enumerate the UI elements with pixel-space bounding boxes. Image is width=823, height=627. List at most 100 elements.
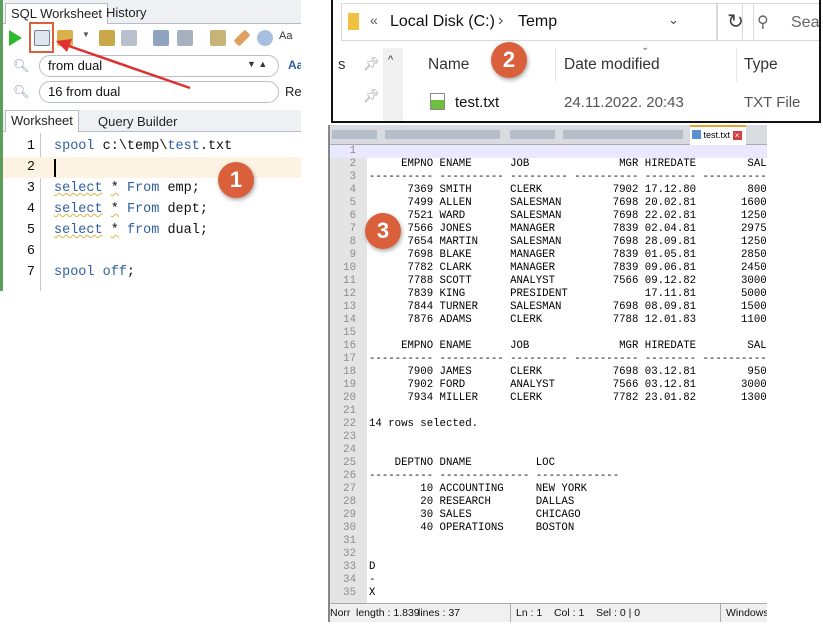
line-text: 7369 SMITH CLERK 7902 17.12.80 800 [369, 184, 767, 196]
blurred-tab[interactable] [332, 130, 377, 139]
text-line: 17 ---------- ---------- --------- ------… [330, 353, 767, 366]
pin-icon: 📌︎ [363, 88, 380, 103]
line-number: 12 [343, 288, 356, 300]
tab-test-txt[interactable]: test.txt × [690, 125, 746, 145]
code-text: select * From dept; [54, 202, 208, 217]
sort-indicator-icon: ⌄ [641, 42, 650, 53]
blurred-tab[interactable] [385, 130, 500, 139]
text-line: 22 14 rows selected. [330, 418, 767, 431]
line-text: 7566 JONES MANAGER 7839 02.04.81 2975 [369, 223, 767, 235]
sql-editor[interactable]: 1 spool c:\temp\test.txt 2 3 select * From… [3, 133, 301, 291]
chevron-down-icon[interactable]: ⌄ [668, 12, 679, 28]
line-number: 7 [349, 223, 356, 235]
text-line: 9 7698 BLAKE MANAGER 7839 01.05.81 2850 [330, 249, 767, 262]
text-line: 33 D [330, 561, 767, 574]
code-text: spool off; [54, 265, 136, 280]
status-bar: Norr length : 1.839 lines : 37 Ln : 1 Co… [330, 603, 767, 622]
search-icon: ⚲ [757, 14, 769, 31]
worksheet-tabs: Worksheet Query Builder [3, 110, 301, 132]
column-header-type[interactable]: Type [744, 56, 778, 74]
text-line: 24 [330, 444, 767, 457]
code-text: select * From emp; [54, 181, 200, 196]
address-bar[interactable]: « Local Disk (C:) › Temp ⌄ [341, 3, 717, 41]
line-number: 4 [26, 202, 35, 217]
text-line: 10 7782 CLARK MANAGER 7839 09.06.81 2450 [330, 262, 767, 275]
line-text: 40 OPERATIONS BOSTON [369, 522, 575, 534]
file-explorer: « Local Disk (C:) › Temp ⌄ ↻ ⚲ Sear s 📌︎… [331, 0, 821, 123]
search-box[interactable]: ⚲ Sear [742, 3, 820, 41]
code-text: spool c:\temp\test.txt [54, 139, 233, 154]
file-type: TXT File [744, 94, 801, 111]
line-text: 7934 MILLER CLERK 7782 23.01.82 1300 [369, 392, 767, 404]
breadcrumb-local-disk[interactable]: Local Disk (C:) [390, 13, 495, 31]
line-number: 2 [26, 160, 35, 175]
line-text: 14 rows selected. [369, 418, 479, 430]
line-number: 34 [343, 574, 356, 586]
editor-line: 1 spool c:\temp\test.txt [3, 136, 301, 157]
overflow-chevron-icon[interactable]: « [370, 12, 378, 28]
step-badge-3: 3 [365, 213, 401, 249]
line-text: ---------- ---------- --------- --------… [369, 171, 767, 183]
line-number: 30 [343, 522, 356, 534]
text-cursor [54, 159, 56, 177]
folder-icon [348, 13, 359, 30]
close-icon[interactable]: × [732, 131, 742, 140]
nav-pane-label[interactable]: s [338, 56, 346, 73]
line-text: 30 SALES CHICAGO [369, 509, 581, 521]
search-placeholder: Sear [791, 14, 820, 31]
line-number: 33 [343, 561, 356, 573]
line-text: 10 ACCOUNTING NEW YORK [369, 483, 588, 495]
file-row[interactable]: test.txt 24.11.2022. 20:43 TXT File [428, 90, 819, 114]
line-number: 17 [343, 353, 356, 365]
document-tabs: test.txt × [330, 125, 767, 145]
line-number: 3 [26, 181, 35, 196]
line-text: 7902 FORD ANALYST 7566 03.12.81 3000 [369, 379, 767, 391]
text-line: 30 40 OPERATIONS BOSTON [330, 522, 767, 535]
breadcrumb-temp[interactable]: Temp [518, 13, 557, 31]
line-number: 14 [343, 314, 356, 326]
line-number: 21 [343, 405, 356, 417]
text-area[interactable]: 12 EMPNO ENAME JOB MGR HIREDATE SAL 3 ----… [330, 145, 767, 603]
line-text: - [369, 574, 376, 586]
line-text: 7698 BLAKE MANAGER 7839 01.05.81 2850 [369, 249, 767, 261]
blurred-tab[interactable] [510, 130, 555, 139]
line-number: 32 [343, 548, 356, 560]
line-number: 4 [349, 184, 356, 196]
text-line: 35 X [330, 587, 767, 600]
blurred-tab[interactable] [563, 130, 683, 139]
line-number: 31 [343, 535, 356, 547]
line-number: 26 [343, 470, 356, 482]
tab-query-builder[interactable]: Query Builder [93, 112, 182, 133]
scroll-up-icon[interactable]: ^ [388, 54, 393, 66]
code-text: select * from dual; [54, 223, 208, 238]
line-number: 6 [26, 244, 35, 259]
line-text: 7499 ALLEN SALESMAN 7698 20.02.81 1600 [369, 197, 767, 209]
editor-line-current: 2 [3, 157, 301, 178]
line-text: 7782 CLARK MANAGER 7839 09.06.81 2450 [369, 262, 767, 274]
line-number: 35 [343, 587, 356, 599]
line-text: 7839 KING PRESIDENT 17.11.81 5000 [369, 288, 767, 300]
line-text: ---------- -------------- ------------- [369, 470, 620, 482]
scrollbar[interactable]: ^ [383, 48, 403, 121]
column-header-name[interactable]: Name [428, 56, 469, 74]
line-text: EMPNO ENAME JOB MGR HIREDATE SAL [369, 340, 767, 352]
line-text: ---------- ---------- --------- --------… [369, 353, 767, 365]
file-date: 24.11.2022. 20:43 [564, 94, 684, 111]
line-text: 7788 SCOTT ANALYST 7566 09.12.82 3000 [369, 275, 767, 287]
line-text: EMPNO ENAME JOB MGR HIREDATE SAL [369, 158, 767, 170]
line-number: 3 [349, 171, 356, 183]
tab-worksheet[interactable]: Worksheet [5, 110, 79, 132]
text-line: 26 ---------- -------------- ------------… [330, 470, 767, 483]
text-line: 14 7876 ADAMS CLERK 7788 12.01.83 1100 [330, 314, 767, 327]
line-number: 9 [349, 249, 356, 261]
line-number: 22 [343, 418, 356, 430]
editor-line: 3 select * From emp; [3, 178, 301, 199]
text-line: 31 [330, 535, 767, 548]
line-number: 27 [343, 483, 356, 495]
file-icon [692, 130, 701, 139]
line-text: 7654 MARTIN SALESMAN 7698 28.09.81 1250 [369, 236, 767, 248]
line-number: 5 [349, 197, 356, 209]
line-number: 25 [343, 457, 356, 469]
line-number: 13 [343, 301, 356, 313]
column-header-date-modified[interactable]: Date modified [564, 56, 660, 74]
